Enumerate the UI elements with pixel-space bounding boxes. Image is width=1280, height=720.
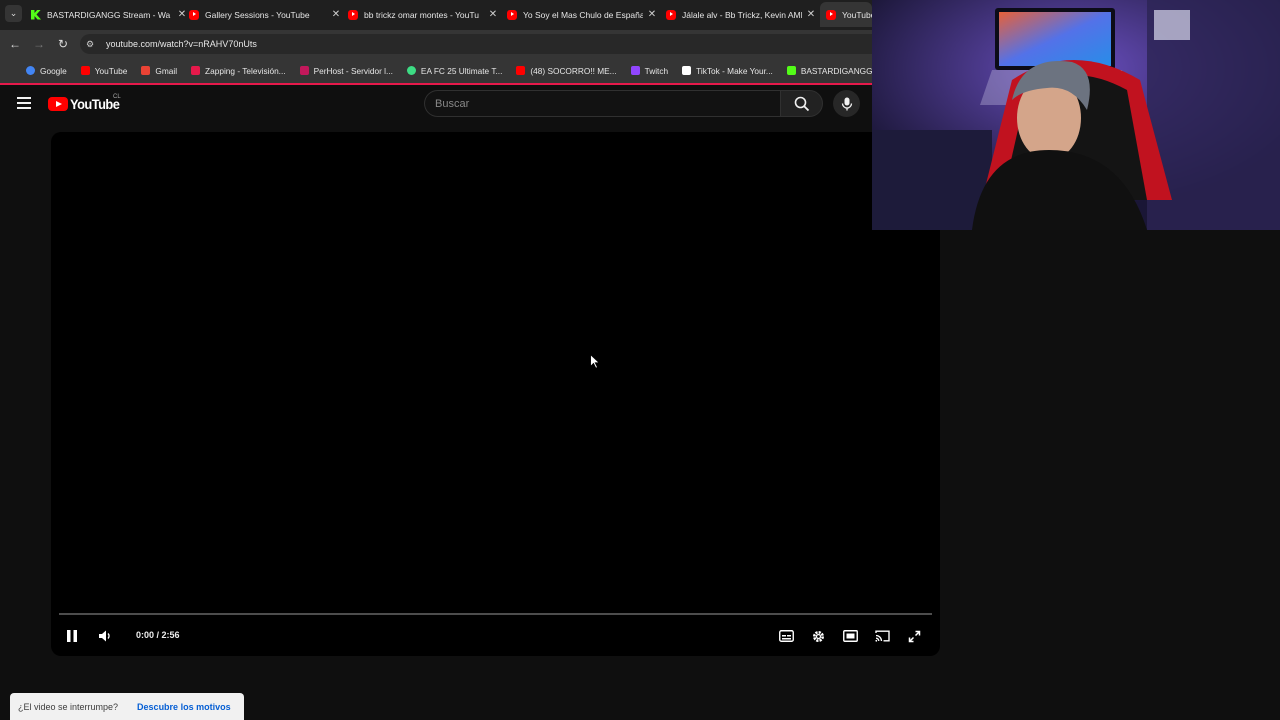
google-icon xyxy=(26,66,35,75)
subtitles-button[interactable] xyxy=(778,628,794,644)
bookmark-item[interactable]: EA FC 25 Ultimate T... xyxy=(406,65,503,76)
kick-icon xyxy=(31,9,41,20)
back-button[interactable]: ← xyxy=(7,36,23,52)
bookmark-item[interactable]: Zapping - Televisión... xyxy=(191,66,286,76)
close-tab-icon[interactable]: ✕ xyxy=(647,9,657,20)
apps-grid-icon[interactable] xyxy=(8,66,10,75)
reload-icon: ↻ xyxy=(57,37,69,51)
close-tab-icon[interactable]: ✕ xyxy=(331,9,341,20)
tab-search-button[interactable]: ⌄ xyxy=(5,5,22,22)
site-info-icon[interactable]: ⚙ xyxy=(86,39,98,50)
cast-button[interactable] xyxy=(874,628,890,644)
perhost-icon xyxy=(299,66,309,75)
youtube-logo-text: YouTube xyxy=(70,96,120,112)
bookmark-label: Gmail xyxy=(155,65,178,76)
tab-6[interactable]: YouTube xyxy=(820,2,872,27)
theater-mode-button[interactable] xyxy=(842,628,858,644)
voice-search-button[interactable] xyxy=(833,90,860,117)
search-button[interactable] xyxy=(780,90,823,117)
youtube-icon xyxy=(666,9,676,20)
bookmark-label: TikTok - Make Your... xyxy=(696,65,773,76)
youtube-icon xyxy=(507,9,517,20)
kick-icon xyxy=(786,66,796,75)
twitch-icon xyxy=(630,66,640,75)
youtube-icon xyxy=(348,9,358,20)
progress-bar[interactable] xyxy=(59,613,932,615)
toast-message: ¿El video se interrumpe? xyxy=(18,701,119,712)
bookmark-item[interactable]: TikTok - Make Your... xyxy=(682,66,773,76)
search-icon xyxy=(794,96,809,111)
bookmark-label: Twitch xyxy=(644,65,669,76)
bookmark-label: Zapping - Televisión... xyxy=(205,65,286,76)
bookmarks-list: Google YouTube Gmail Zapping - Televisión..… xyxy=(26,66,898,76)
bookmarks-bar: Google YouTube Gmail Zapping - Televisión..… xyxy=(0,58,900,85)
gear-icon xyxy=(812,630,824,642)
bookmark-label: EA FC 25 Ultimate T... xyxy=(420,65,503,76)
close-tab-icon[interactable]: ✕ xyxy=(177,9,187,20)
reload-button[interactable]: ↻ xyxy=(55,36,71,52)
bookmark-label: Google xyxy=(40,65,67,76)
tab-title: Yo Soy el Mas Chulo de España xyxy=(523,9,643,20)
bookmark-item[interactable]: YouTube xyxy=(80,65,128,76)
arrow-right-icon: → xyxy=(33,37,45,51)
pause-icon xyxy=(67,630,77,642)
playback-issue-toast: ¿El video se interrumpe? Descubre los mo… xyxy=(10,693,244,720)
arrow-left-icon: ← xyxy=(9,37,21,51)
tab-title: YouTube xyxy=(842,9,872,20)
tab-3[interactable]: bb trickz omar montes - YouTu ✕ xyxy=(348,5,498,24)
country-code: CL xyxy=(113,94,121,100)
bookmark-item[interactable]: Gmail xyxy=(141,66,177,76)
bookmark-item[interactable]: Twitch xyxy=(630,65,669,76)
menu-icon[interactable] xyxy=(17,97,31,111)
youtube-play-logo-icon xyxy=(48,97,68,111)
chevron-down-icon: ⌄ xyxy=(9,8,18,18)
cast-icon xyxy=(874,630,890,642)
fullscreen-button[interactable] xyxy=(906,628,922,644)
search-placeholder: Buscar xyxy=(435,97,470,110)
close-tab-icon[interactable]: ✕ xyxy=(806,9,816,20)
youtube-icon xyxy=(80,66,90,75)
gmail-icon xyxy=(141,66,151,75)
bookmark-item[interactable]: Google xyxy=(26,66,67,76)
tab-5[interactable]: Jálale alv - Bb Trickz, Kevin AMF ✕ xyxy=(666,5,816,24)
pause-button[interactable] xyxy=(64,628,80,644)
search-input[interactable]: Buscar xyxy=(424,90,780,117)
bookmark-label: PerHost - Servidor l... xyxy=(313,65,393,76)
youtube-icon xyxy=(189,9,199,20)
bookmark-item[interactable]: BASTARDIGANGG |... xyxy=(786,66,884,76)
tab-title: Jálale alv - Bb Trickz, Kevin AMF xyxy=(682,9,802,20)
youtube-icon xyxy=(516,66,526,75)
video-time: 0:00 / 2:56 xyxy=(136,630,180,640)
volume-icon xyxy=(99,630,110,642)
settings-button[interactable] xyxy=(810,628,826,644)
forward-button[interactable]: → xyxy=(31,36,47,52)
futbin-icon xyxy=(406,66,416,75)
url-text: youtube.com/watch?v=nRAHV70nUts xyxy=(106,39,257,49)
tab-title: bb trickz omar montes - YouTu xyxy=(364,9,479,20)
webcam-overlay xyxy=(872,0,1280,230)
webcam-image xyxy=(872,0,1280,230)
close-tab-icon[interactable]: ✕ xyxy=(488,9,498,20)
bookmark-label: YouTube xyxy=(94,65,128,76)
bookmark-item[interactable]: (48) SOCORRO!! ME... xyxy=(516,65,617,76)
toast-link[interactable]: Descubre los motivos xyxy=(137,702,231,712)
tab-title: BASTARDIGANGG Stream - Wa xyxy=(47,9,171,20)
tab-2[interactable]: Gallery Sessions - YouTube ✕ xyxy=(189,5,341,24)
tab-4[interactable]: Yo Soy el Mas Chulo de España ✕ xyxy=(507,5,657,24)
bookmark-label: (48) SOCORRO!! ME... xyxy=(530,65,617,76)
bookmark-item[interactable]: PerHost - Servidor l... xyxy=(299,65,393,76)
mouse-cursor-icon xyxy=(590,353,601,374)
tiktok-icon xyxy=(682,66,692,75)
youtube-icon xyxy=(826,9,836,20)
tab-1[interactable]: BASTARDIGANGG Stream - Wa ✕ xyxy=(31,5,187,24)
video-player[interactable] xyxy=(51,132,940,656)
microphone-icon xyxy=(841,97,852,110)
subtitles-icon xyxy=(778,630,794,642)
zapping-icon xyxy=(191,66,201,75)
fullscreen-icon xyxy=(908,630,920,642)
volume-button[interactable] xyxy=(97,628,113,644)
tab-title: Gallery Sessions - YouTube xyxy=(205,9,310,20)
theater-mode-icon xyxy=(842,630,858,642)
address-bar[interactable]: ⚙ youtube.com/watch?v=nRAHV70nUts xyxy=(80,34,872,54)
